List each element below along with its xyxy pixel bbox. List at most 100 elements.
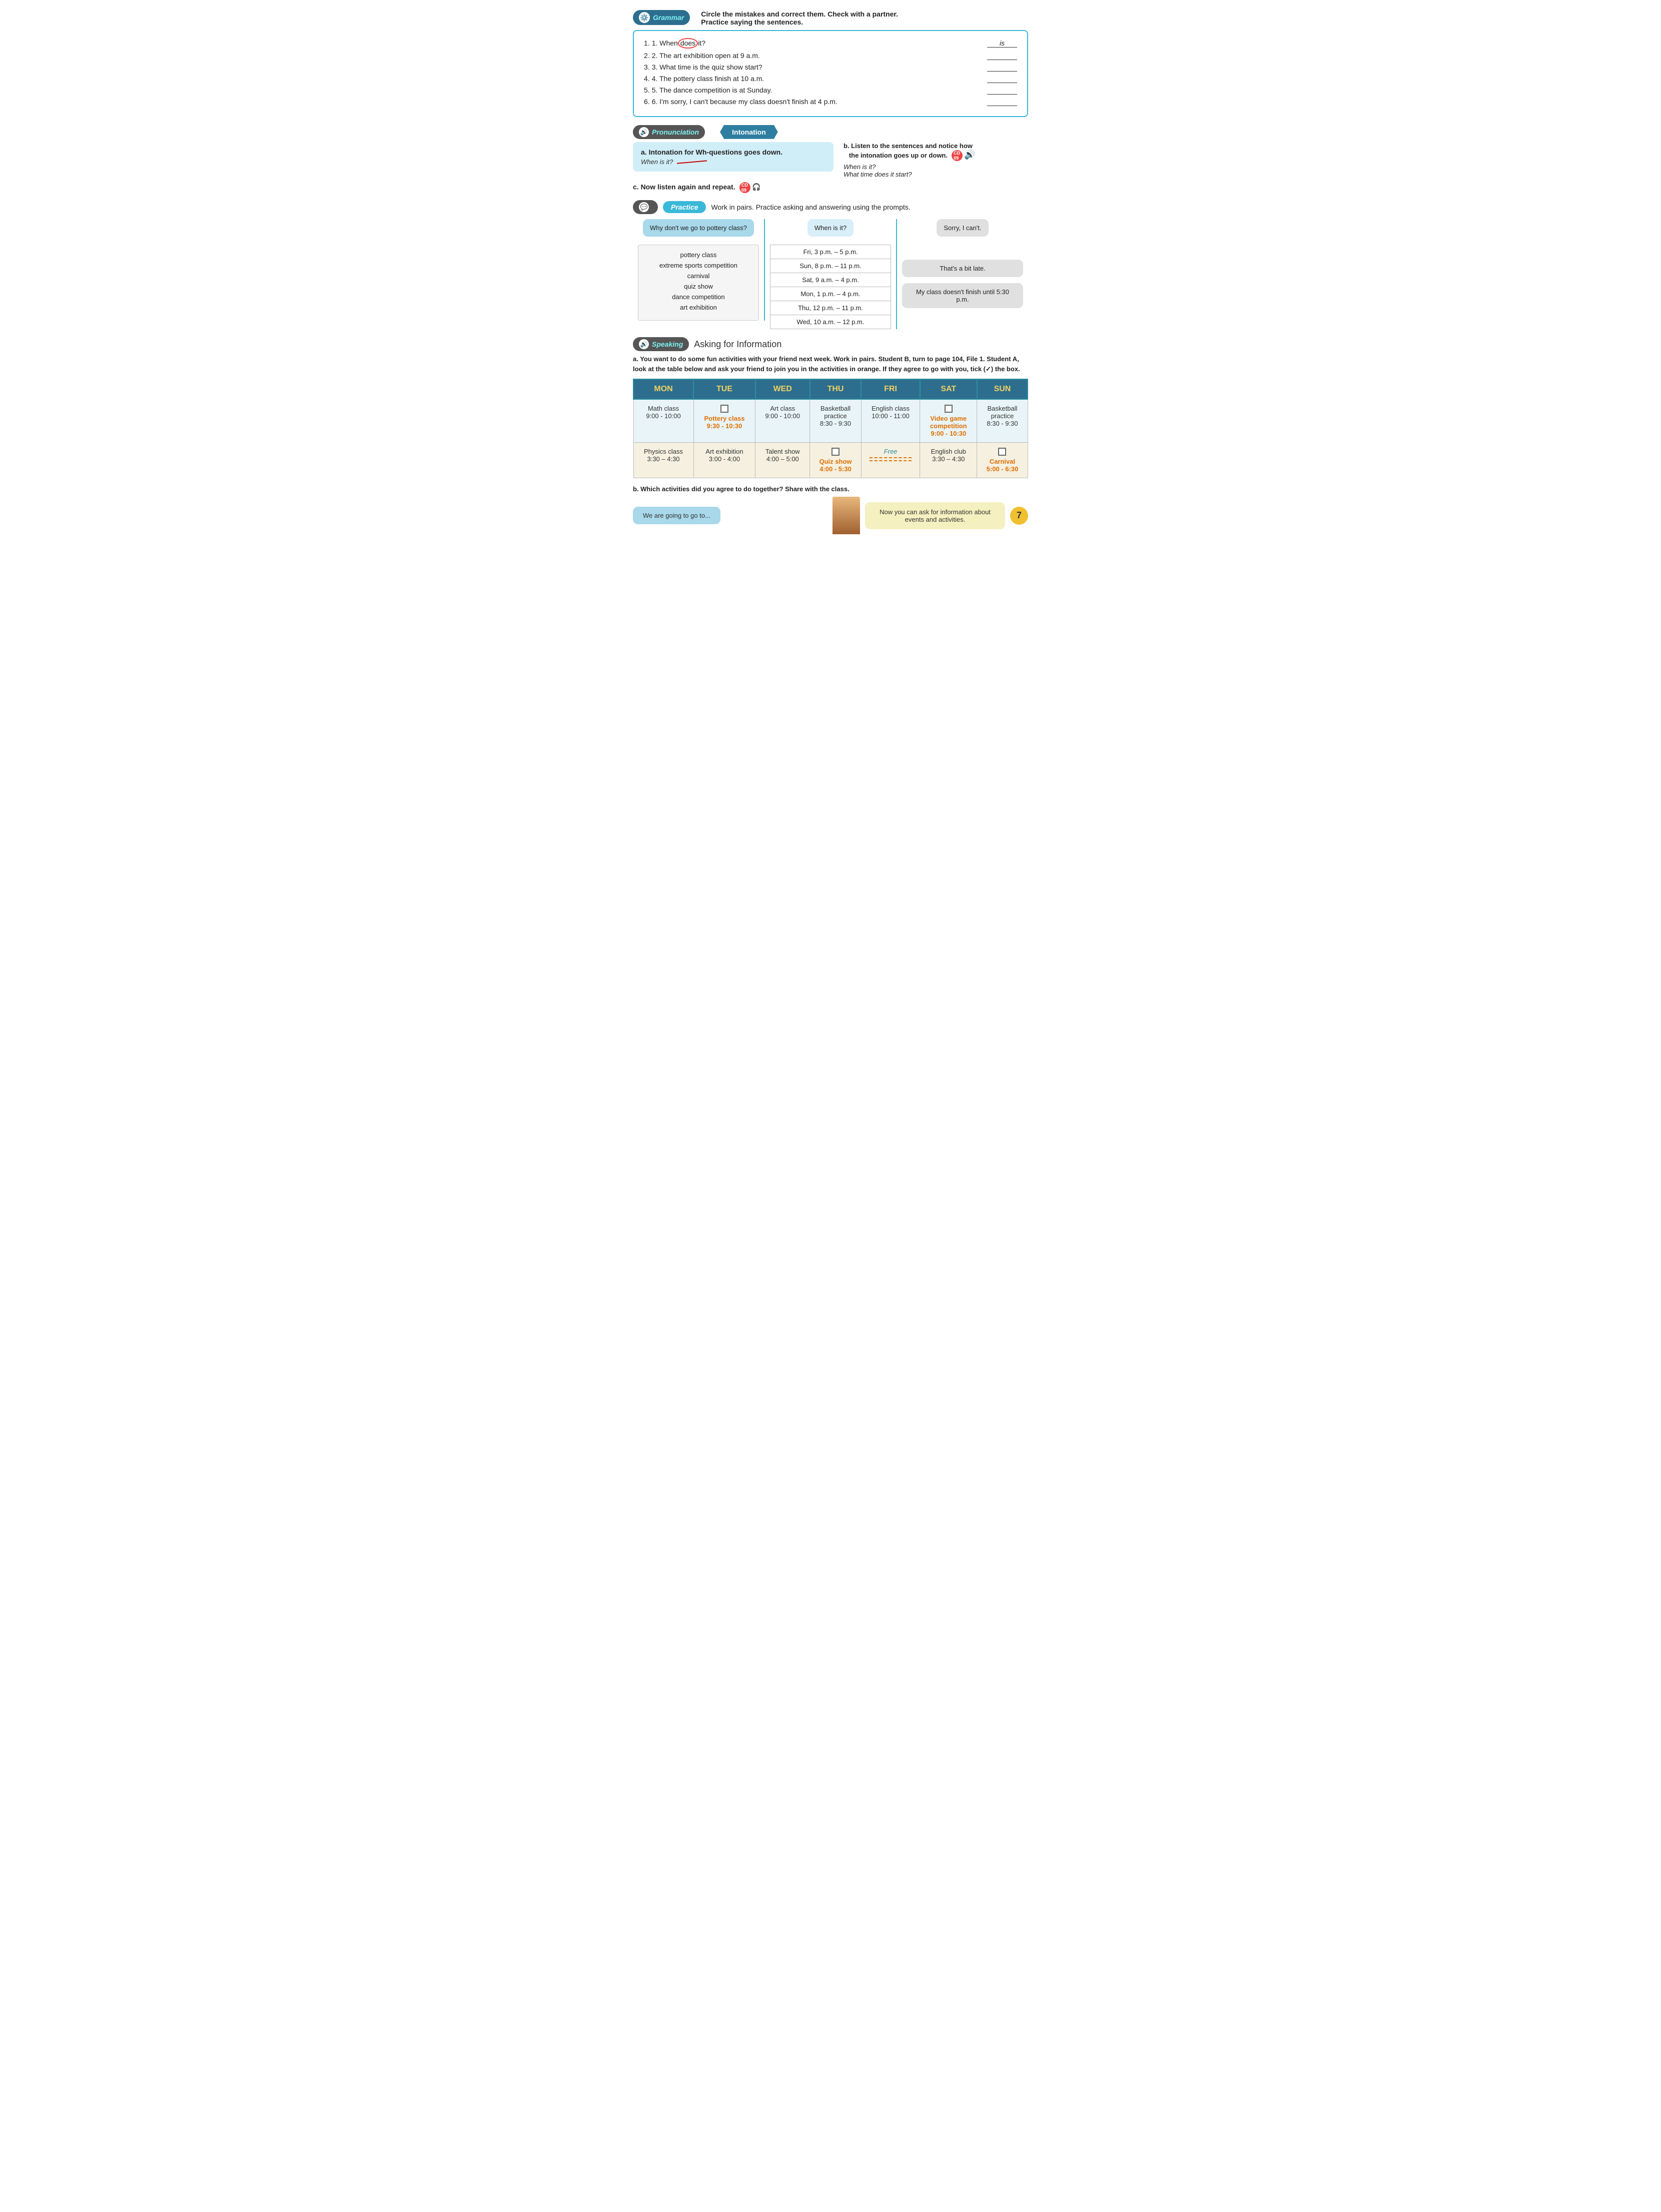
pronunciation-badge-label: Pronunciation <box>652 128 699 136</box>
speaking-header: 🔊 Speaking Asking for Information <box>633 337 1028 351</box>
bubble-3: Sorry, I can't. <box>937 219 988 237</box>
day-mon: MON <box>633 379 693 399</box>
sat-checkbox[interactable] <box>945 405 953 413</box>
grammar-item-4: 4. The pottery class finish at 10 a.m. <box>644 75 1017 83</box>
grammar-item-5: 5. The dance competition is at Sunday. <box>644 86 1017 95</box>
circled-word: does <box>678 38 698 49</box>
dashed-1 <box>870 457 911 458</box>
activity-6: art exhibition <box>648 304 748 311</box>
practice-col-1: Why don't we go to pottery class? potter… <box>633 219 765 321</box>
day-wed: WED <box>755 379 810 399</box>
grammar-list: 1. When does it? is 2. The art exhibitio… <box>644 38 1017 106</box>
page-number: 7 <box>1010 507 1028 525</box>
part-a-example: When is it? <box>641 158 825 166</box>
chat-icon: 💬 <box>639 202 649 212</box>
now-you-bubble: Now you can ask for information about ev… <box>865 502 1005 529</box>
part-b-title: b. Listen to the sentences and notice ho… <box>844 142 1028 162</box>
schedule-row-1: Math class9:00 - 10:00 Pottery class9:30… <box>633 399 1028 443</box>
bubble-2: When is it? <box>807 219 854 237</box>
pronunciation-part-a: a. Intonation for Wh-questions goes down… <box>633 142 834 172</box>
thu-checkbox[interactable] <box>832 448 840 456</box>
times-table: Fri, 3 p.m. – 5 p.m. Sun, 8 p.m. – 11 p.… <box>770 245 891 329</box>
part-a-title: a. Intonation for Wh-questions goes down… <box>641 148 825 156</box>
answer-6 <box>987 98 1017 106</box>
grammar-item-2: 2. The art exhibition open at 9 a.m. <box>644 52 1017 60</box>
answer-3 <box>987 63 1017 72</box>
time-2: Sun, 8 p.m. – 11 p.m. <box>770 259 891 273</box>
day-thu: THU <box>810 379 862 399</box>
speaking-title: Asking for Information <box>694 339 781 350</box>
practice-instruction: Work in pairs. Practice asking and answe… <box>711 203 910 211</box>
answer-1: is <box>987 39 1017 48</box>
practice-section: 💬 Practice Work in pairs. Practice askin… <box>633 200 1028 329</box>
time-5: Thu, 12 p.m. – 11 p.m. <box>770 301 891 315</box>
speaking-section: 🔊 Speaking Asking for Information a. You… <box>633 337 1028 534</box>
activity-1: pottery class <box>648 251 748 259</box>
cd-badge-1: CD09 <box>952 150 963 161</box>
practice-col-3: Sorry, I can't. That's a bit late. My cl… <box>897 219 1028 316</box>
time-3: Sat, 9 a.m. – 4 p.m. <box>770 273 891 287</box>
speaking-instructions: a. You want to do some fun activities wi… <box>633 354 1028 374</box>
activity-5: dance competition <box>648 293 748 301</box>
grammar-header: ⚙️ Grammar Circle the mistakes and corre… <box>633 10 1028 26</box>
bottom-question: b. Which activities did you agree to do … <box>633 485 1028 493</box>
gear-icon: ⚙️ <box>639 12 650 23</box>
day-tue: TUE <box>693 379 755 399</box>
bubble-4: That's a bit late. <box>902 260 1023 277</box>
sat-row2: English club3:30 – 4:30 <box>920 443 977 478</box>
cd-badge-2: CD09 <box>739 182 750 193</box>
thu-row1: Basketballpractice8:30 - 9:30 <box>810 399 862 443</box>
answer-5 <box>987 86 1017 95</box>
bubble-5: My class doesn't finish until 5:30 p.m. <box>902 283 1023 308</box>
sat-row1: Video gamecompetition9:00 - 10:30 <box>920 399 977 443</box>
dashed-2 <box>870 460 911 461</box>
fri-row2: Free <box>861 443 920 478</box>
wed-row2: Talent show4:00 – 5:00 <box>755 443 810 478</box>
answer-2 <box>987 52 1017 60</box>
activity-4: quiz show <box>648 283 748 290</box>
activity-3: carnival <box>648 272 748 280</box>
grammar-box: 1. When does it? is 2. The art exhibitio… <box>633 30 1028 117</box>
speaking-badge-label: Speaking <box>652 340 683 348</box>
thu-row2: Quiz show4:00 - 5:30 <box>810 443 862 478</box>
mon-row2: Physics class3:30 – 4:30 <box>633 443 693 478</box>
pronunciation-part-b: b. Listen to the sentences and notice ho… <box>844 142 1028 179</box>
schedule-table: MON TUE WED THU FRI SAT SUN Math class9:… <box>633 379 1028 478</box>
fri-row1: English class10:00 - 11:00 <box>861 399 920 443</box>
activity-2: extreme sports competition <box>648 262 748 269</box>
mon-row1: Math class9:00 - 10:00 <box>633 399 693 443</box>
speaking-icon: 🔊 <box>639 339 649 349</box>
practice-badge: Practice <box>663 201 706 213</box>
part-b-line2: What time does it start? <box>844 171 1028 178</box>
listen-again: c. Now listen again and repeat. CD09 🎧 <box>633 182 1028 193</box>
activities-list: pottery class extreme sports competition… <box>638 245 759 321</box>
pronunciation-header: 🔊 Pronunciation Intonation <box>633 125 1028 139</box>
sun-checkbox[interactable] <box>998 448 1006 456</box>
schedule-row-2: Physics class3:30 – 4:30 Art exhibition3… <box>633 443 1028 478</box>
sun-row1: Basketballpractice8:30 - 9:30 <box>977 399 1028 443</box>
intonation-tab: Intonation <box>720 125 778 139</box>
sun-row2: Carnival5:00 - 6:30 <box>977 443 1028 478</box>
answer-4 <box>987 75 1017 83</box>
grammar-instruction: Circle the mistakes and correct them. Ch… <box>701 10 898 26</box>
bubble-1: Why don't we go to pottery class? <box>643 219 754 237</box>
wed-row1: Art class9:00 - 10:00 <box>755 399 810 443</box>
day-sat: SAT <box>920 379 977 399</box>
grammar-item-1: 1. When does it? is <box>644 38 1017 49</box>
tue-checkbox[interactable] <box>720 405 728 413</box>
speaking-badge: 🔊 Speaking <box>633 337 689 351</box>
bottom-section: b. Which activities did you agree to do … <box>633 485 1028 534</box>
grammar-badge: ⚙️ Grammar <box>633 10 690 25</box>
speaker-icon: 🔊 <box>639 127 649 137</box>
pronunciation-section: 🔊 Pronunciation Intonation a. Intonation… <box>633 125 1028 194</box>
grammar-item-6: 6. I'm sorry, I can't because my class d… <box>644 98 1017 106</box>
time-6: Wed, 10 a.m. – 12 p.m. <box>770 315 891 329</box>
tue-row1: Pottery class9:30 - 10:30 <box>693 399 755 443</box>
day-fri: FRI <box>861 379 920 399</box>
time-4: Mon, 1 p.m. – 4 p.m. <box>770 287 891 301</box>
grammar-item-3: 3. What time is the quiz show start? <box>644 63 1017 72</box>
we-are-bubble: We are going to go to... <box>633 507 720 524</box>
pronunciation-badge: 🔊 Pronunciation <box>633 125 705 139</box>
practice-area: Why don't we go to pottery class? potter… <box>633 219 1028 329</box>
grammar-badge-label: Grammar <box>653 14 684 22</box>
